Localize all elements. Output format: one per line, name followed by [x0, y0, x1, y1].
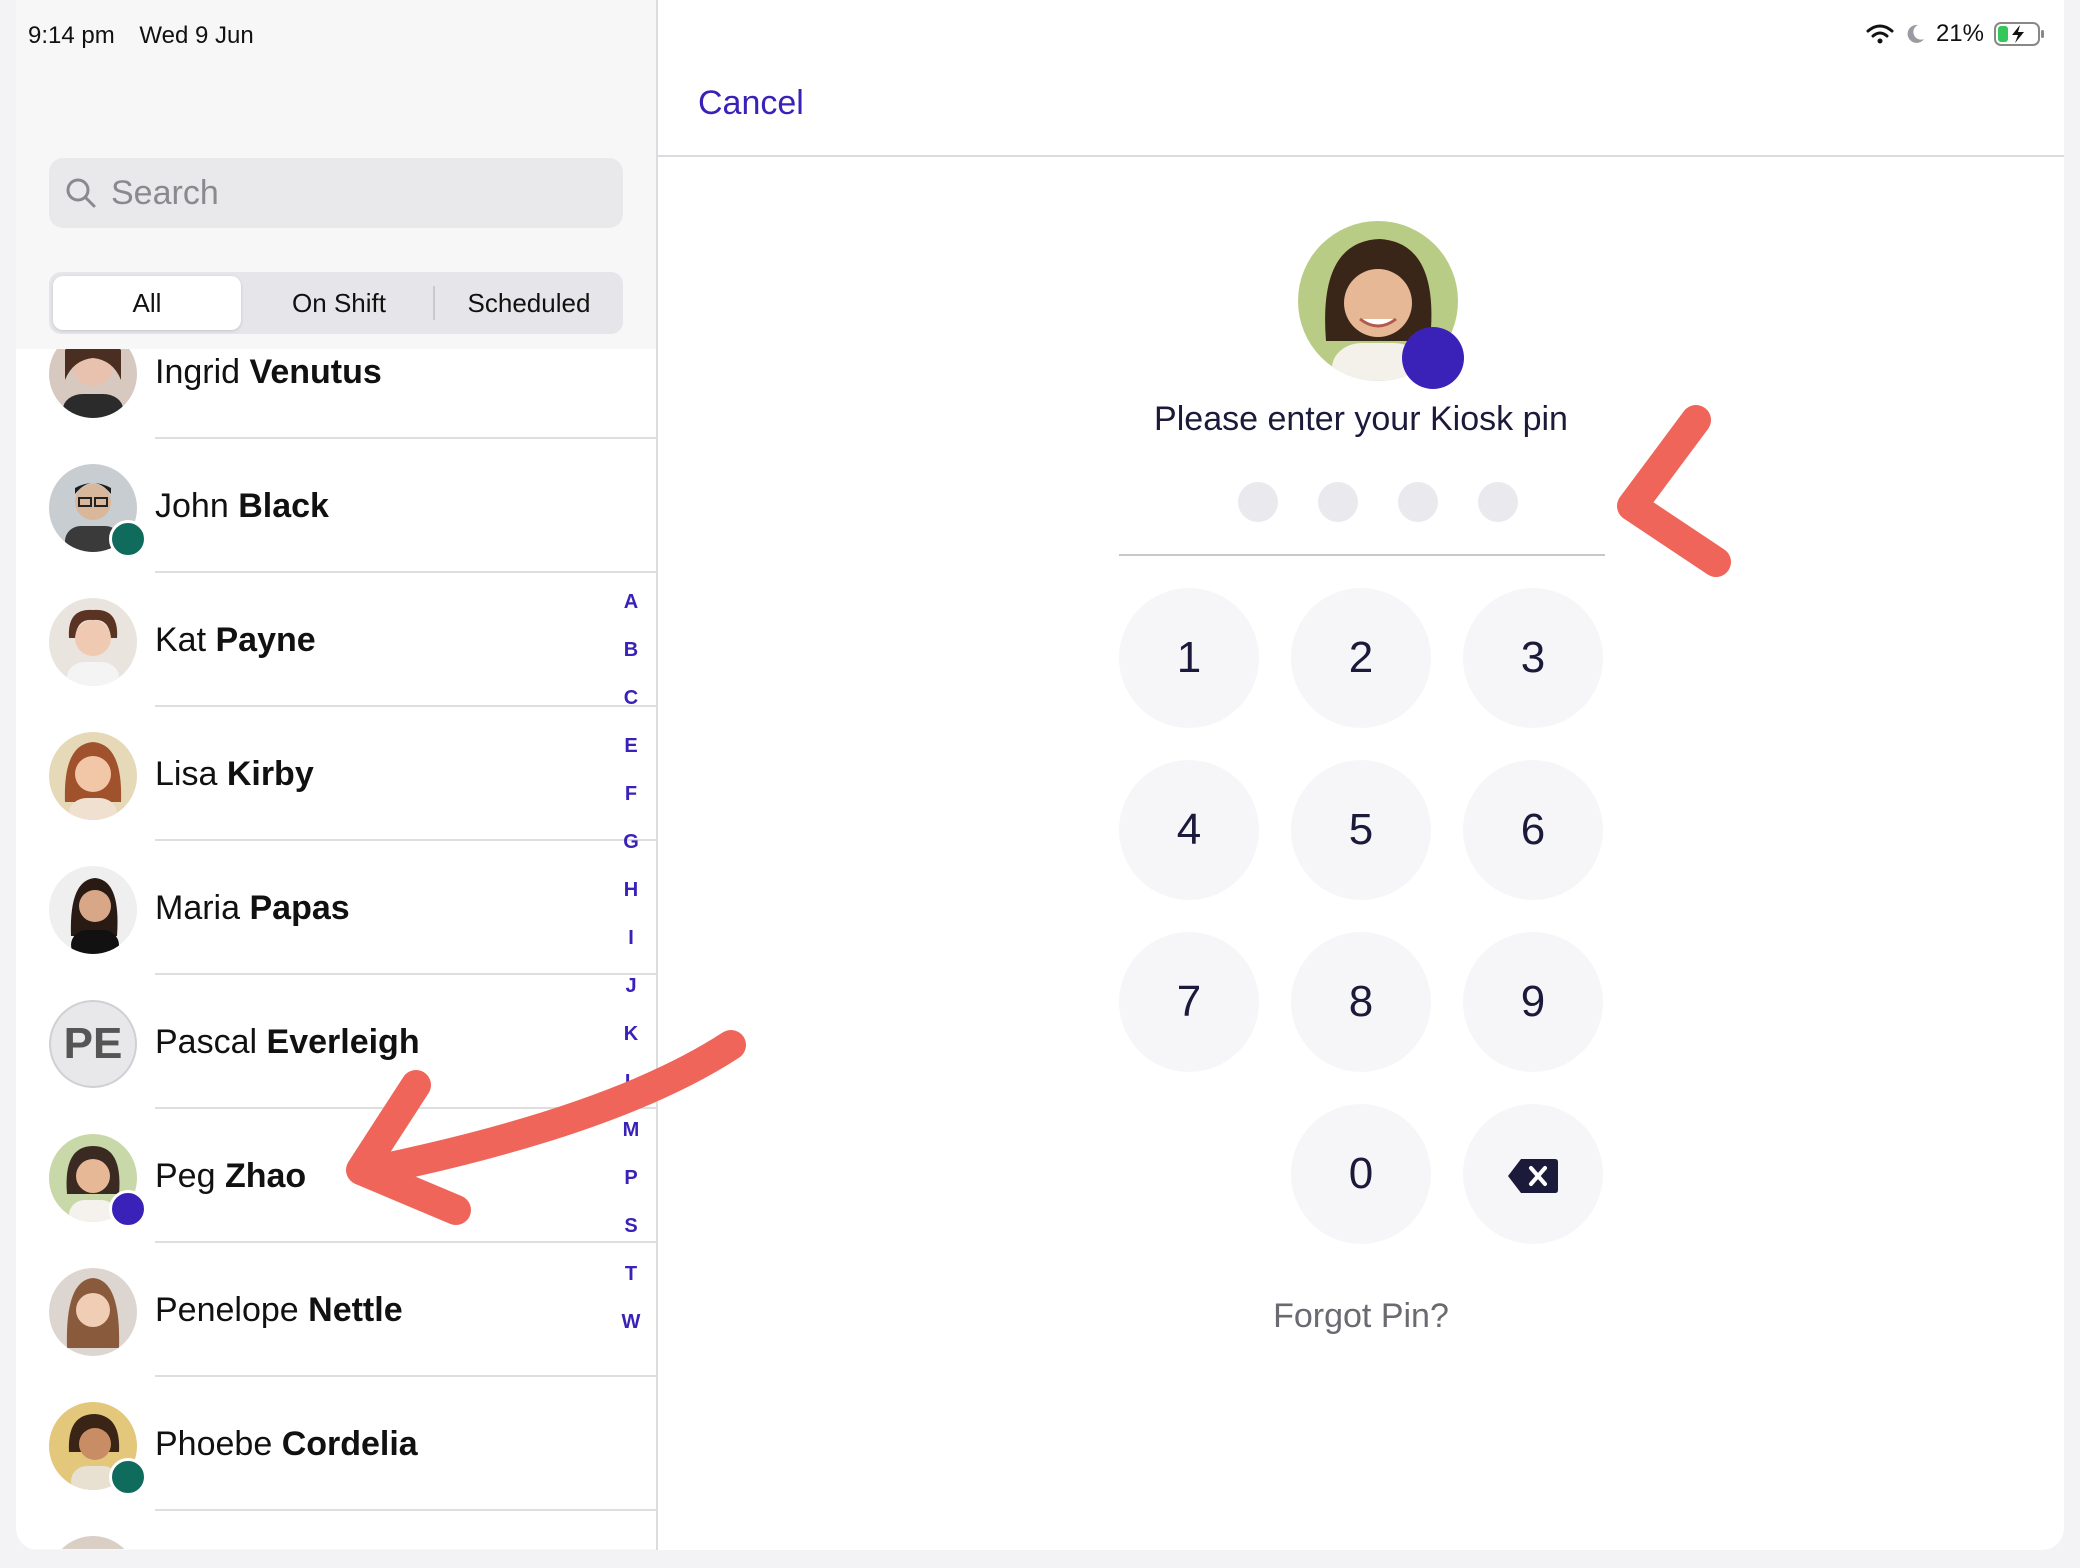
person-name: John Black — [155, 487, 329, 525]
person-name: Ingrid Venutus — [155, 353, 382, 391]
list-item[interactable]: Kat Payne — [16, 573, 656, 707]
list-item[interactable]: Peg Zhao — [16, 1109, 656, 1243]
list-item[interactable]: Maria Papas — [16, 841, 656, 975]
key-0[interactable]: 0 — [1291, 1104, 1431, 1244]
avatar — [49, 464, 147, 558]
battery-charging-icon — [1994, 22, 2044, 46]
index-letter[interactable]: B — [616, 626, 646, 674]
list-item[interactable]: Phoebe Cordelia — [16, 1377, 656, 1511]
status-indicators: 21% — [1866, 20, 2046, 48]
index-letter[interactable]: S — [616, 1202, 646, 1250]
avatar — [49, 1402, 147, 1496]
list-item[interactable]: Penelope Nettle — [16, 1243, 656, 1377]
index-letter[interactable]: F — [616, 770, 646, 818]
avatar: PE — [49, 1000, 137, 1088]
index-letter[interactable]: J — [616, 962, 646, 1010]
person-name: Peg Zhao — [155, 1157, 307, 1195]
list-item[interactable]: Ingrid Venutus — [16, 349, 656, 439]
person-name: Lisa Kirby — [155, 755, 314, 793]
status-time: 9:14 pm Wed 9 Jun — [28, 22, 272, 50]
index-letter[interactable]: I — [616, 914, 646, 962]
avatar-initials: PE — [49, 1000, 137, 1088]
pin-dots — [1238, 482, 1518, 522]
index-letter[interactable]: L — [616, 1058, 646, 1106]
avatar — [49, 732, 137, 820]
list-item[interactable] — [16, 1511, 656, 1549]
index-letter[interactable]: C — [616, 674, 646, 722]
key-8[interactable]: 8 — [1291, 932, 1431, 1072]
key-3[interactable]: 3 — [1463, 588, 1603, 728]
person-name: Penelope Nettle — [155, 1291, 403, 1329]
list-item[interactable]: Lisa Kirby — [16, 707, 656, 841]
search-placeholder: Search — [111, 173, 219, 212]
segment-scheduled[interactable]: Scheduled — [435, 276, 623, 330]
cancel-button[interactable]: Cancel — [698, 84, 804, 123]
battery-percentage: 21% — [1935, 20, 1984, 47]
selected-user-avatar — [1298, 221, 1464, 389]
index-letter[interactable]: H — [616, 866, 646, 914]
avatar — [49, 349, 137, 418]
person-name: Pascal Everleigh — [155, 1023, 420, 1061]
search-icon — [66, 178, 96, 208]
backspace-button[interactable] — [1463, 1104, 1603, 1244]
wifi-icon — [1866, 24, 1894, 44]
index-letter[interactable]: W — [616, 1298, 646, 1346]
people-sidebar: 9:14 pm Wed 9 Jun Search All On Shift Sc… — [16, 0, 658, 1550]
do-not-disturb-moon-icon — [1907, 24, 1924, 43]
key-9[interactable]: 9 — [1463, 932, 1603, 1072]
scheduled-status-dot — [1402, 327, 1464, 389]
avatar — [49, 866, 137, 954]
search-input[interactable]: Search — [49, 158, 623, 228]
person-name: Kat Payne — [155, 621, 316, 659]
segment-all[interactable]: All — [53, 276, 241, 330]
pin-prompt: Please enter your Kiosk pin — [1154, 400, 1568, 438]
pin-dot — [1398, 482, 1438, 522]
status-date: Wed 9 Jun — [139, 22, 254, 49]
key-1[interactable]: 1 — [1119, 588, 1259, 728]
key-7[interactable]: 7 — [1119, 932, 1259, 1072]
person-name: Maria Papas — [155, 889, 350, 927]
avatar — [49, 1536, 137, 1549]
pin-entry-panel: 21% Cancel Please enter your Kiosk pin 1… — [658, 0, 2064, 1550]
forgot-pin-link[interactable]: Forgot Pin? — [658, 1297, 2064, 1336]
delete-backward-icon — [1508, 1159, 1558, 1194]
pin-dot — [1478, 482, 1518, 522]
on-shift-status-dot — [109, 1458, 147, 1496]
avatar — [49, 1268, 137, 1356]
segment-on-shift[interactable]: On Shift — [245, 276, 433, 330]
people-list[interactable]: Ingrid Venutus John Black Kat Payne Lisa… — [16, 349, 656, 1549]
index-letter[interactable]: K — [616, 1010, 646, 1058]
filter-segmented-control: All On Shift Scheduled — [49, 272, 623, 334]
on-shift-status-dot — [109, 520, 147, 558]
avatar — [49, 1134, 147, 1228]
index-letter[interactable]: P — [616, 1154, 646, 1202]
avatar — [49, 598, 137, 686]
key-5[interactable]: 5 — [1291, 760, 1431, 900]
index-letter[interactable]: E — [616, 722, 646, 770]
key-6[interactable]: 6 — [1463, 760, 1603, 900]
scheduled-status-dot — [109, 1190, 147, 1228]
pin-dot — [1238, 482, 1278, 522]
index-letter[interactable]: M — [616, 1106, 646, 1154]
status-clock: 9:14 pm — [28, 22, 115, 49]
list-item[interactable]: PE Pascal Everleigh — [16, 975, 656, 1109]
index-letter[interactable]: G — [616, 818, 646, 866]
key-4[interactable]: 4 — [1119, 760, 1259, 900]
ipad-screen: 9:14 pm Wed 9 Jun Search All On Shift Sc… — [16, 0, 2064, 1550]
pin-underline — [1119, 554, 1605, 556]
pin-dot — [1318, 482, 1358, 522]
person-name: Phoebe Cordelia — [155, 1425, 418, 1463]
header-divider — [658, 155, 2064, 157]
alphabet-index[interactable]: A B C E F G H I J K L M P S T W — [616, 578, 646, 1346]
index-letter[interactable]: T — [616, 1250, 646, 1298]
key-2[interactable]: 2 — [1291, 588, 1431, 728]
index-letter[interactable]: A — [616, 578, 646, 626]
list-item[interactable]: John Black — [16, 439, 656, 573]
